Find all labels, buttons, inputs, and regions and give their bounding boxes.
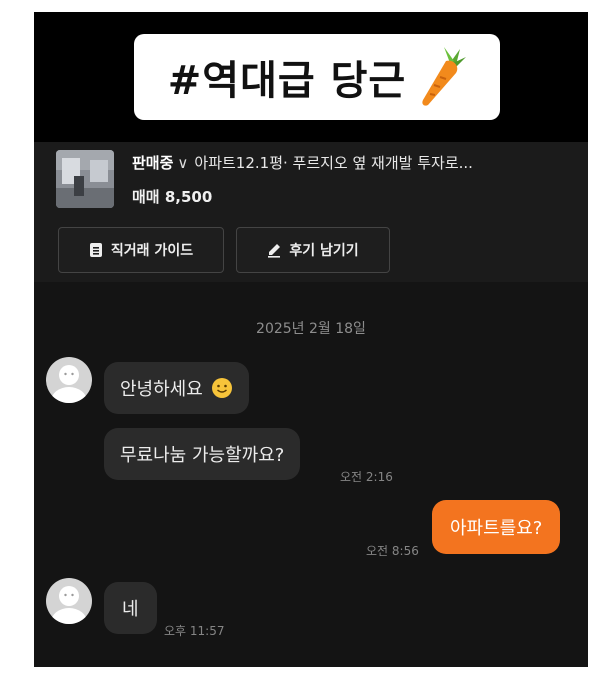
message-timestamp: 오전 2:16 <box>340 470 393 484</box>
message-bubble: 네 <box>104 582 157 634</box>
apartment-photo-icon <box>56 150 114 208</box>
chevron-down-icon[interactable]: ∨ <box>177 154 188 172</box>
avatar[interactable] <box>46 578 92 624</box>
message-text: 아파트를요? <box>450 518 543 539</box>
message-text: 네 <box>122 599 139 620</box>
message-bubble: 무료나눔 가능할까요? <box>104 428 301 480</box>
product-status-line: 판매중 ∨ 아파트12.1평· 푸르지오 옆 재개발 투자로... <box>132 152 572 173</box>
title-banner: #역대급 당근 <box>134 34 500 120</box>
write-review-label: 후기 남기기 <box>289 243 359 259</box>
product-thumbnail[interactable] <box>56 150 114 208</box>
document-icon <box>89 243 102 257</box>
avatar[interactable] <box>46 357 92 403</box>
product-header[interactable]: 판매중 ∨ 아파트12.1평· 푸르지오 옆 재개발 투자로... 매매 8,500… <box>34 142 588 282</box>
my-message-bubble: 아파트를요? <box>432 500 561 554</box>
banner-text: #역대급 당근 <box>167 58 407 104</box>
chat-date-divider: 2025년 2월 18일 <box>256 321 366 337</box>
message-timestamp: 오후 11:57 <box>164 624 225 638</box>
carrot-icon <box>422 47 467 106</box>
default-profile-icon <box>51 586 87 624</box>
default-profile-icon <box>51 365 87 403</box>
trade-guide-button[interactable]: 직거래 가이드 <box>58 227 224 273</box>
message-text: 무료나눔 가능할까요? <box>120 445 285 466</box>
message-text: 안녕하세요 <box>120 379 203 400</box>
sale-status-dropdown[interactable]: 판매중 <box>132 154 173 172</box>
write-review-button[interactable]: 후기 남기기 <box>236 227 390 273</box>
pencil-icon <box>268 244 281 258</box>
message-bubble: 안녕하세요 <box>104 362 249 414</box>
message-timestamp: 오전 8:56 <box>366 544 419 558</box>
chat-screen: #역대급 당근 판매중 ∨ 아파트12.1평· 푸르지오 옆 재개발 투자로... … <box>34 12 588 667</box>
product-price: 매매 8,500 <box>132 188 213 206</box>
trade-guide-label: 직거래 가이드 <box>110 243 194 259</box>
product-title: 아파트12.1평· 푸르지오 옆 재개발 투자로... <box>194 154 473 172</box>
smiley-icon <box>211 378 232 398</box>
